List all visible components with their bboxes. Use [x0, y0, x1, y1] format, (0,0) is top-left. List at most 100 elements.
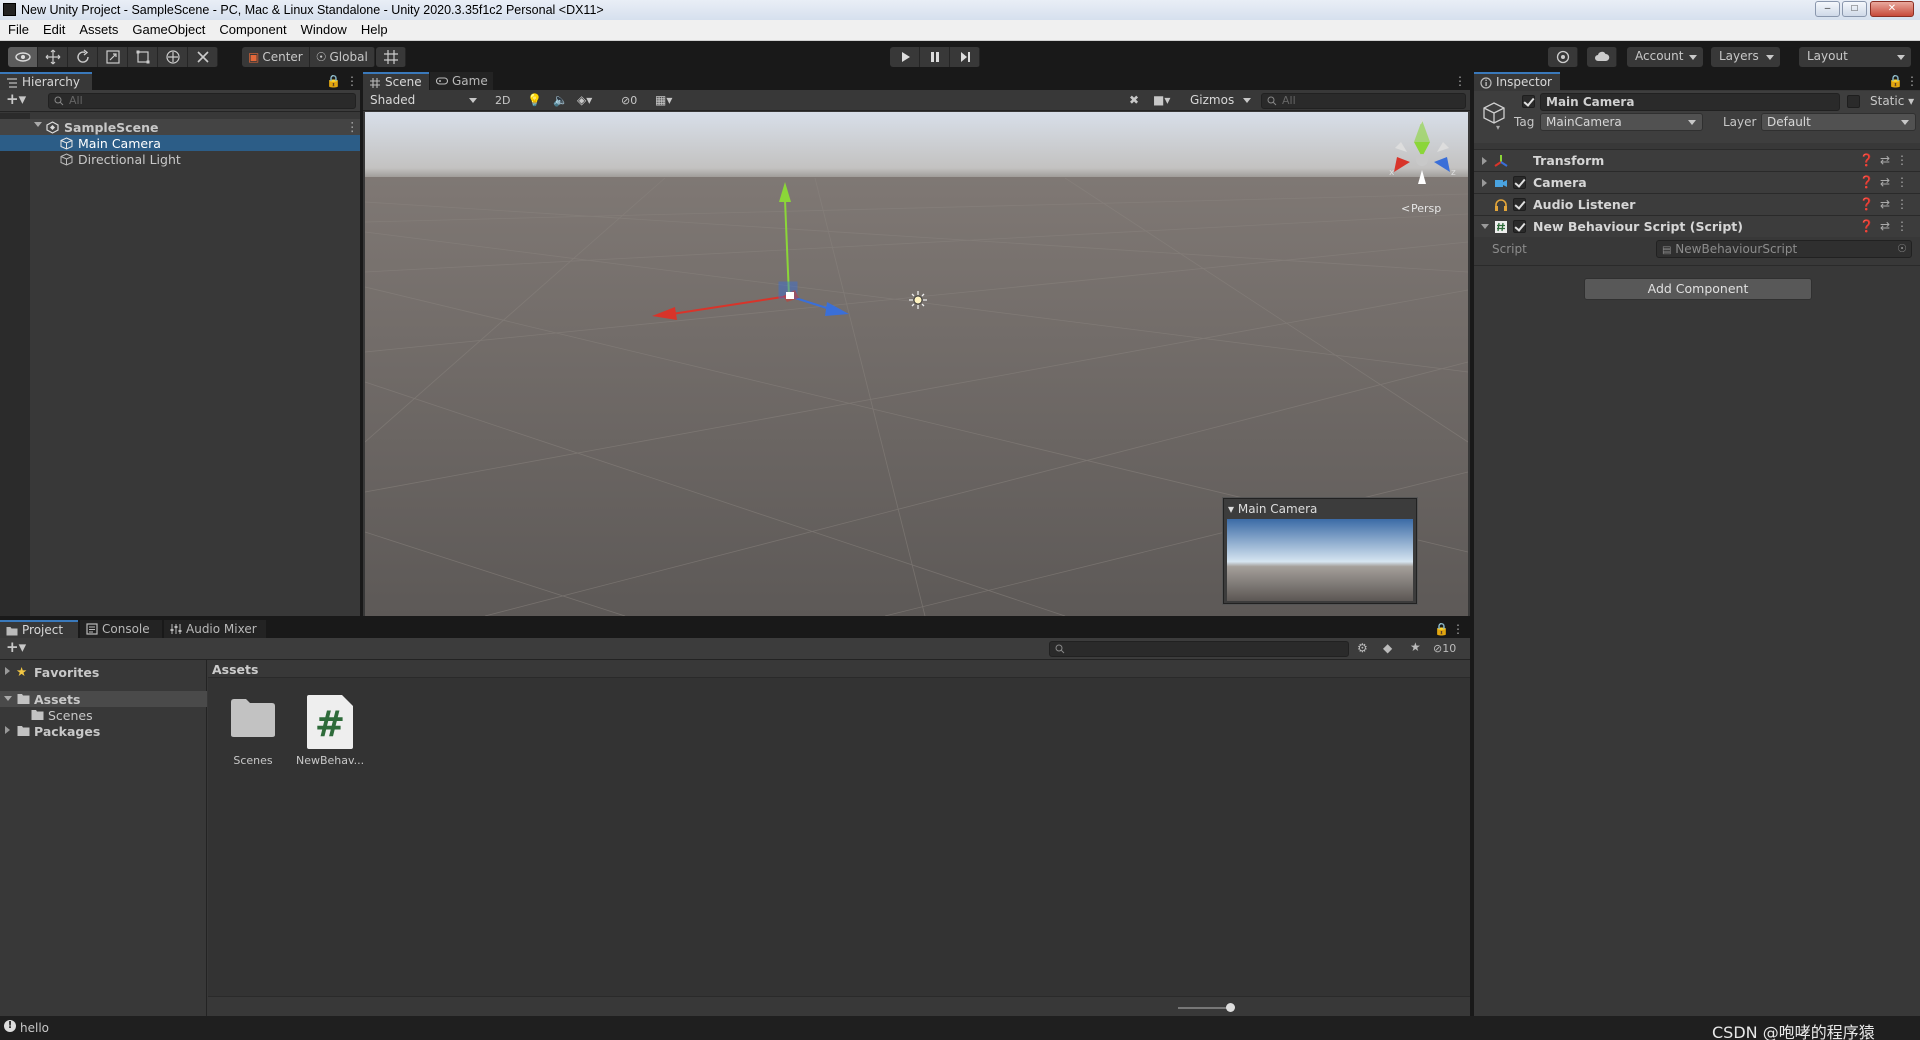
- icon-size-slider-handle[interactable]: [1226, 1003, 1235, 1012]
- step-button[interactable]: [950, 47, 980, 67]
- minimize-button[interactable]: –: [1815, 1, 1840, 17]
- menu-help[interactable]: Help: [353, 20, 394, 37]
- component-actions[interactable]: ❓⇄⋮: [1859, 175, 1914, 189]
- project-search-input[interactable]: [1049, 641, 1349, 657]
- view-tool-button[interactable]: [8, 47, 38, 67]
- script-field[interactable]: ▤ NewBehaviourScript ☉: [1656, 240, 1912, 258]
- play-button[interactable]: [890, 47, 920, 67]
- hidden-objects-toggle[interactable]: ⊘0: [621, 94, 637, 110]
- search-by-type-icon[interactable]: ⚙: [1357, 641, 1368, 655]
- scale-tool-button[interactable]: [98, 47, 128, 67]
- tab-scene[interactable]: Scene: [363, 72, 429, 90]
- cloud-button[interactable]: [1587, 47, 1617, 67]
- tab-console[interactable]: Console: [80, 620, 162, 638]
- create-dropdown[interactable]: +▾: [6, 638, 26, 656]
- tab-project[interactable]: Project: [0, 620, 78, 638]
- layers-dropdown[interactable]: Layers: [1711, 47, 1780, 67]
- scene-row[interactable]: SampleScene ⋮: [0, 119, 360, 135]
- status-message[interactable]: hello: [20, 1021, 49, 1035]
- active-checkbox[interactable]: [1522, 95, 1535, 108]
- create-dropdown[interactable]: +▾: [6, 90, 26, 108]
- object-picker-icon[interactable]: ☉: [1897, 242, 1907, 255]
- menu-edit[interactable]: Edit: [35, 20, 71, 37]
- menu-window[interactable]: Window: [293, 20, 353, 37]
- static-dropdown[interactable]: Static ▾: [1870, 94, 1914, 108]
- menu-file[interactable]: File: [0, 20, 35, 37]
- tools-icon[interactable]: ✖: [1129, 93, 1139, 109]
- scene-viewport[interactable]: y x z < Persp ▾ Main Camera: [365, 112, 1468, 616]
- tag-dropdown[interactable]: MainCamera: [1540, 113, 1703, 131]
- icon-dropdown-arrow[interactable]: ▾: [1496, 123, 1500, 132]
- component-audio-listener[interactable]: Audio Listener ❓⇄⋮: [1474, 193, 1920, 215]
- component-enabled-checkbox[interactable]: [1513, 198, 1526, 211]
- asset-item-newbehaviourscript[interactable]: # NewBehav...: [296, 690, 364, 774]
- rotate-tool-button[interactable]: [68, 47, 98, 67]
- hierarchy-item-main-camera[interactable]: Main Camera: [0, 135, 360, 151]
- component-actions[interactable]: ❓⇄⋮: [1859, 153, 1914, 167]
- scene-search-input[interactable]: All: [1261, 93, 1466, 109]
- hierarchy-item-directional-light[interactable]: Directional Light: [0, 151, 360, 167]
- tab-hierarchy[interactable]: Hierarchy: [0, 72, 92, 90]
- scene-camera-icon[interactable]: ■▾: [1153, 93, 1170, 109]
- menu-gameobject[interactable]: GameObject: [124, 20, 211, 37]
- gizmos-dropdown[interactable]: Gizmos: [1185, 92, 1257, 110]
- component-enabled-checkbox[interactable]: [1513, 220, 1526, 233]
- lock-icon[interactable]: 🔒: [1434, 622, 1449, 636]
- component-actions[interactable]: ❓⇄⋮: [1859, 219, 1914, 233]
- transform-all-tool-button[interactable]: [158, 47, 188, 67]
- search-by-label-icon[interactable]: ◆: [1383, 641, 1392, 655]
- favorite-star-icon[interactable]: ★: [1410, 640, 1421, 654]
- tab-game[interactable]: Game: [430, 72, 493, 90]
- move-tool-button[interactable]: [38, 47, 68, 67]
- hierarchy-search-input[interactable]: All: [48, 93, 356, 109]
- shading-mode-dropdown[interactable]: Shaded: [365, 92, 483, 110]
- tree-favorites[interactable]: ★ Favorites: [0, 664, 207, 680]
- services-button[interactable]: [1548, 47, 1578, 67]
- layer-dropdown[interactable]: Default: [1761, 113, 1916, 131]
- component-enabled-checkbox[interactable]: [1513, 176, 1526, 189]
- object-name-field[interactable]: Main Camera: [1540, 93, 1840, 111]
- tree-assets[interactable]: Assets: [0, 691, 207, 707]
- lighting-toggle-icon[interactable]: 💡: [527, 93, 542, 109]
- expand-arrow-icon[interactable]: [5, 667, 10, 675]
- audio-toggle-icon[interactable]: 🔈: [553, 93, 568, 109]
- component-camera[interactable]: Camera ❓⇄⋮: [1474, 171, 1920, 193]
- camera-preview[interactable]: ▾ Main Camera: [1223, 498, 1417, 604]
- tab-audio-mixer[interactable]: Audio Mixer: [164, 620, 266, 638]
- scene-menu-icon[interactable]: ⋮: [346, 119, 359, 134]
- account-dropdown[interactable]: Account: [1627, 47, 1703, 67]
- component-transform[interactable]: Transform ❓⇄⋮: [1474, 149, 1920, 171]
- maximize-button[interactable]: □: [1842, 1, 1867, 17]
- breadcrumb-assets[interactable]: Assets: [212, 662, 258, 677]
- layout-dropdown[interactable]: Layout: [1799, 47, 1911, 67]
- rect-tool-button[interactable]: [128, 47, 158, 67]
- menu-assets[interactable]: Assets: [71, 20, 124, 37]
- component-actions[interactable]: ❓⇄⋮: [1859, 197, 1914, 211]
- add-component-button[interactable]: Add Component: [1584, 278, 1812, 300]
- space-global-button[interactable]: ☉ Global: [309, 47, 375, 67]
- custom-tool-button[interactable]: [188, 47, 218, 67]
- component-new-behaviour-script[interactable]: New Behaviour Script (Script) ❓⇄⋮: [1474, 215, 1920, 237]
- pivot-center-button[interactable]: ▣ Center: [242, 47, 310, 67]
- menu-component[interactable]: Component: [211, 20, 292, 37]
- close-button[interactable]: ✕: [1870, 1, 1914, 17]
- static-checkbox[interactable]: [1847, 95, 1860, 108]
- foldout-arrow-icon[interactable]: [1481, 224, 1489, 229]
- asset-item-scenes[interactable]: Scenes: [224, 696, 282, 774]
- foldout-arrow-icon[interactable]: [1482, 157, 1487, 165]
- panel-menu-icon[interactable]: ⋮: [346, 74, 358, 88]
- lock-icon[interactable]: 🔒: [326, 74, 341, 88]
- toggle-2d-button[interactable]: 2D: [495, 94, 510, 110]
- expand-arrow-icon[interactable]: [4, 696, 12, 701]
- grid-snap-button[interactable]: [376, 47, 406, 67]
- pause-button[interactable]: [920, 47, 950, 67]
- panel-menu-icon[interactable]: ⋮: [1906, 74, 1918, 88]
- effects-toggle-icon[interactable]: ◈▾: [577, 93, 592, 109]
- panel-menu-icon[interactable]: ⋮: [1454, 74, 1466, 88]
- grid-toggle-icon[interactable]: ▦▾: [655, 93, 672, 109]
- expand-arrow-icon[interactable]: [34, 122, 42, 127]
- hidden-packages-toggle[interactable]: ⊘10: [1433, 642, 1456, 655]
- foldout-arrow-icon[interactable]: [1482, 179, 1487, 187]
- tree-packages[interactable]: Packages: [0, 723, 207, 739]
- lock-icon[interactable]: 🔒: [1888, 74, 1903, 88]
